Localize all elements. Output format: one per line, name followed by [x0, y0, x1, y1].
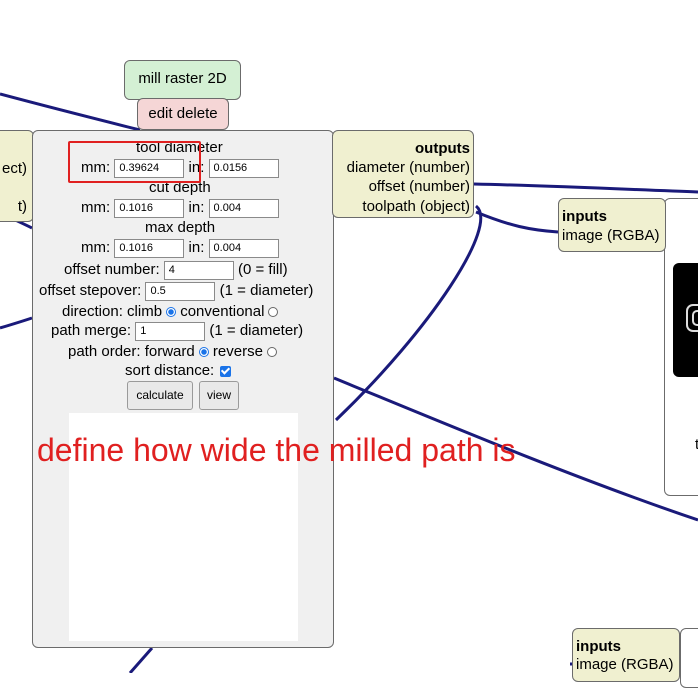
max-depth-in-input[interactable] [208, 238, 279, 258]
direction-label: direction: climb [62, 303, 163, 320]
inputs-heading-bottom: inputs [576, 638, 621, 655]
inputs-panel-bottom: inputs image (RGBA) [572, 628, 680, 682]
mill-raster-panel: tool diameter mm: in: cut depth mm: in: … [32, 130, 334, 648]
input-image-top[interactable]: image (RGBA) [562, 226, 660, 246]
view-button[interactable]: view [199, 381, 239, 410]
right-view-panel: t [664, 198, 698, 496]
path-order-forward-radio[interactable] [198, 347, 209, 358]
path-order-label: path order: forward [68, 343, 195, 360]
node-title-label: mill raster 2D [138, 70, 227, 87]
outputs-panel: outputs diameter (number) offset (number… [332, 130, 474, 218]
right-bottom-panel [680, 628, 698, 688]
offset-stepover-hint: (1 = diameter) [219, 282, 314, 299]
left-output-1: ect) [1, 160, 27, 177]
input-image-bottom[interactable]: image (RGBA) [576, 655, 674, 675]
cut-mm-label: mm: [81, 199, 111, 216]
output-offset[interactable]: offset (number) [369, 177, 470, 197]
edit-delete-bar: edit delete [137, 98, 229, 130]
path-merge-hint: (1 = diameter) [209, 322, 304, 339]
inputs-heading-top: inputs [562, 208, 607, 225]
path-merge-row: path merge: (1 = diameter) [51, 321, 303, 341]
offset-number-row: offset number: (0 = fill) [64, 260, 288, 280]
max-depth-heading: max depth [145, 219, 216, 236]
left-output-2: t) [17, 198, 27, 215]
direction-conventional-radio[interactable] [268, 307, 279, 318]
wire-bottom-left [128, 647, 154, 673]
offset-number-hint: (0 = fill) [237, 261, 288, 278]
direction-row: direction: climb conventional [62, 302, 279, 322]
max-mm-label: mm: [81, 239, 111, 256]
wire-top-left [0, 92, 141, 132]
left-node-outputs: ect) t) [0, 130, 34, 222]
preview-image [673, 263, 698, 377]
sort-distance-label: sort distance: [125, 362, 215, 379]
path-order-reverse-radio[interactable] [266, 347, 277, 358]
cut-depth-mm-input[interactable] [114, 198, 185, 218]
highlight-box [68, 141, 201, 183]
path-order-row: path order: forward reverse [68, 342, 277, 362]
max-in-label: in: [188, 239, 205, 256]
direction-climb-radio[interactable] [166, 307, 177, 318]
calculate-button[interactable]: calculate [127, 381, 193, 410]
sort-distance-checkbox[interactable] [220, 365, 232, 377]
cut-depth-row: mm: in: [81, 198, 279, 218]
tool-diameter-in-input[interactable] [208, 158, 279, 178]
offset-stepover-input[interactable] [145, 281, 216, 301]
offset-stepover-label: offset stepover: [39, 282, 142, 299]
edit-button[interactable]: edit [148, 105, 172, 122]
node-title[interactable]: mill raster 2D [124, 60, 241, 100]
annotation-text: define how wide the milled path is [37, 432, 516, 468]
output-toolpath[interactable]: toolpath (object) [362, 197, 470, 217]
offset-number-label: offset number: [64, 261, 160, 278]
output-diameter[interactable]: diameter (number) [347, 158, 470, 178]
direction-conventional-label: conventional [180, 303, 265, 320]
inputs-panel-top: inputs image (RGBA) [558, 198, 666, 252]
preview-image-graphic [686, 304, 698, 332]
path-merge-input[interactable] [135, 321, 206, 341]
offset-number-input[interactable] [163, 260, 234, 280]
delete-button[interactable]: delete [177, 105, 218, 122]
max-depth-mm-input[interactable] [114, 238, 185, 258]
wire-left-low [0, 316, 33, 330]
sort-distance-row: sort distance: [125, 361, 232, 381]
path-merge-label: path merge: [51, 322, 132, 339]
max-depth-row: mm: in: [81, 238, 279, 258]
wire-toolpath-inputs [475, 210, 559, 234]
path-order-reverse-label: reverse [212, 343, 263, 360]
outputs-heading: outputs [415, 140, 470, 157]
cut-in-label: in: [188, 199, 205, 216]
cut-depth-in-input[interactable] [208, 198, 279, 218]
wire-outputs-right [473, 182, 698, 194]
offset-stepover-row: offset stepover: (1 = diameter) [39, 281, 313, 301]
